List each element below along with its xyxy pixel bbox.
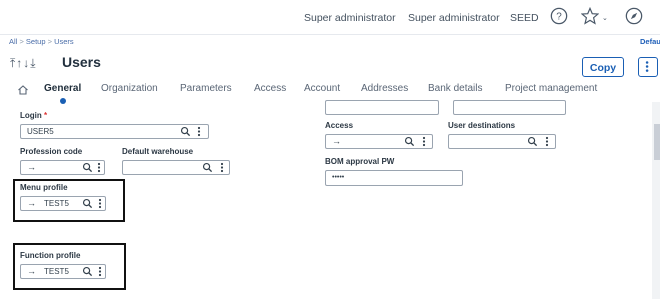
svg-text:?: ? bbox=[556, 12, 562, 23]
breadcrumb-setup[interactable]: Setup bbox=[26, 37, 46, 46]
kebab-icon bbox=[645, 61, 649, 72]
menu-profile-value: TEST5 bbox=[44, 199, 69, 208]
default-link[interactable]: Defau bbox=[640, 37, 660, 46]
user-name[interactable]: Super administrator bbox=[304, 12, 396, 24]
folder-name[interactable]: SEED bbox=[510, 12, 539, 24]
tab-general[interactable]: General bbox=[44, 83, 81, 94]
search-icon[interactable] bbox=[180, 126, 191, 137]
copy-button[interactable]: Copy bbox=[582, 57, 624, 77]
tab-project-management[interactable]: Project management bbox=[505, 83, 597, 94]
field-menu-icon[interactable] bbox=[544, 135, 550, 148]
login-label-text: Login bbox=[20, 111, 42, 120]
record-nav-arrows[interactable]: ⤒↑↓⤓ bbox=[10, 56, 37, 71]
chevron-down-icon[interactable]: ⌄ bbox=[602, 14, 608, 22]
user-destinations-label: User destinations bbox=[448, 121, 516, 130]
field-menu-icon[interactable] bbox=[97, 265, 103, 278]
field-menu-icon[interactable] bbox=[97, 197, 103, 210]
field-menu-icon[interactable] bbox=[96, 161, 102, 174]
field-menu-icon[interactable] bbox=[421, 135, 427, 148]
access-label: Access bbox=[325, 121, 354, 130]
menu-profile-label: Menu profile bbox=[20, 183, 68, 192]
tab-account[interactable]: Account bbox=[304, 83, 340, 94]
bom-approval-pw-label: BOM approval PW bbox=[325, 157, 395, 166]
login-field[interactable]: USER5 bbox=[20, 124, 209, 139]
function-profile-label: Function profile bbox=[20, 251, 81, 260]
breadcrumb: All > Setup > Users bbox=[9, 37, 74, 46]
breadcrumb-users[interactable]: Users bbox=[54, 37, 74, 46]
star-icon[interactable] bbox=[580, 6, 600, 25]
function-profile-value: TEST5 bbox=[44, 267, 69, 276]
search-icon[interactable] bbox=[82, 198, 93, 209]
more-actions-button[interactable] bbox=[638, 57, 658, 77]
arrow-right-icon[interactable]: → bbox=[27, 266, 36, 276]
field-menu-icon[interactable] bbox=[219, 161, 225, 174]
arrow-right-icon[interactable]: → bbox=[332, 136, 341, 146]
search-icon[interactable] bbox=[82, 162, 93, 173]
tab-bank-details[interactable]: Bank details bbox=[428, 83, 482, 94]
function-profile-field[interactable]: → TEST5 bbox=[20, 264, 106, 279]
breadcrumb-all[interactable]: All bbox=[9, 37, 17, 46]
required-marker: * bbox=[44, 111, 48, 120]
profession-code-label: Profession code bbox=[20, 147, 83, 156]
search-icon[interactable] bbox=[527, 136, 538, 147]
menu-profile-field[interactable]: → TEST5 bbox=[20, 196, 106, 211]
bom-approval-pw-field[interactable]: ••••• bbox=[325, 170, 463, 186]
active-tab-indicator bbox=[60, 98, 66, 104]
compass-icon[interactable] bbox=[625, 7, 643, 25]
access-field[interactable]: → bbox=[325, 134, 433, 149]
search-icon[interactable] bbox=[202, 162, 213, 173]
profession-code-field[interactable]: → bbox=[20, 160, 105, 175]
partial-field-2[interactable] bbox=[453, 100, 566, 115]
tab-access[interactable]: Access bbox=[254, 83, 286, 94]
login-label: Login * bbox=[20, 111, 47, 120]
tab-organization[interactable]: Organization bbox=[101, 83, 158, 94]
page-title: Users bbox=[62, 54, 101, 70]
tab-bar: General Organization Parameters Access A… bbox=[0, 79, 660, 101]
login-value: USER5 bbox=[27, 127, 54, 136]
scrollbar-thumb[interactable] bbox=[654, 124, 660, 160]
help-icon[interactable]: ? bbox=[550, 7, 568, 25]
default-warehouse-field[interactable] bbox=[122, 160, 230, 175]
search-icon[interactable] bbox=[82, 266, 93, 277]
arrow-right-icon[interactable]: → bbox=[27, 162, 36, 172]
tab-addresses[interactable]: Addresses bbox=[361, 83, 408, 94]
default-warehouse-label: Default warehouse bbox=[122, 147, 194, 156]
partial-field-1[interactable] bbox=[325, 100, 439, 115]
arrow-right-icon[interactable]: → bbox=[27, 198, 36, 208]
search-icon[interactable] bbox=[404, 136, 415, 147]
user-destinations-field[interactable] bbox=[448, 134, 556, 149]
bom-approval-pw-value: ••••• bbox=[332, 174, 345, 181]
role-name[interactable]: Super administrator bbox=[408, 12, 500, 24]
tab-parameters[interactable]: Parameters bbox=[180, 83, 232, 94]
field-menu-icon[interactable] bbox=[196, 125, 202, 138]
